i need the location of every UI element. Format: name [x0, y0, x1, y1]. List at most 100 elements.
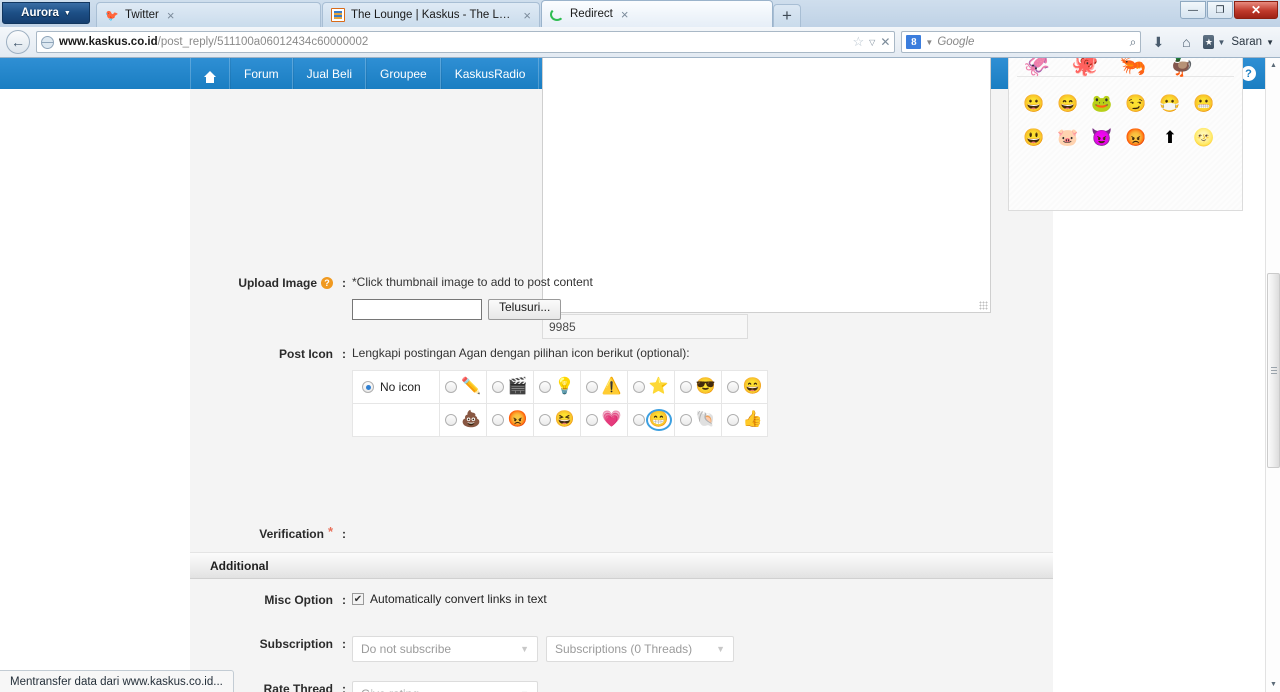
shell-icon[interactable]: 🐚 — [696, 412, 716, 428]
emoticon-item[interactable]: 😏 — [1125, 93, 1147, 115]
icon-cell[interactable]: 💩 — [439, 403, 487, 437]
home-icon[interactable]: ⌂ — [1175, 31, 1197, 53]
radio-warning-icon[interactable] — [585, 381, 598, 393]
radio-lightbulb-icon[interactable] — [538, 381, 551, 393]
emoticon-item[interactable]: 😃 — [1023, 127, 1045, 149]
address-bar[interactable]: www.kaskus.co.id/post_reply/511100a06012… — [36, 31, 896, 53]
no-icon-cell[interactable]: No icon — [352, 370, 440, 404]
convert-links-checkbox-row[interactable]: ✔ Automatically convert links in text — [352, 592, 547, 606]
icon-cell[interactable]: 😄 — [720, 370, 769, 404]
close-icon[interactable]: × — [521, 9, 533, 22]
radio-shell-icon[interactable] — [679, 414, 692, 426]
poop-icon[interactable]: 💩 — [461, 412, 481, 428]
icon-cell[interactable]: 💡 — [532, 370, 581, 404]
thumbs-up-icon[interactable]: 👍 — [743, 412, 763, 428]
icon-cell[interactable]: 😡 — [485, 403, 534, 437]
icon-cell[interactable]: 😆 — [532, 403, 581, 437]
icon-cell[interactable]: 💗 — [579, 403, 628, 437]
browser-tab-kaskus-lounge[interactable]: The Lounge | Kaskus - The Largest In... … — [322, 2, 540, 27]
emoticon-shrimp[interactable]: 🦐 — [1119, 58, 1146, 76]
icon-cell[interactable]: ✏️ — [439, 370, 487, 404]
icon-cell[interactable]: 🎬 — [485, 370, 534, 404]
nav-item-jual-beli[interactable]: Jual Beli — [292, 58, 367, 89]
emoticon-item[interactable]: 😀 — [1023, 93, 1045, 115]
emoticon-item[interactable]: 😷 — [1159, 93, 1181, 115]
sidebar-item-home[interactable] — [190, 58, 230, 89]
rate-thread-select[interactable]: Give rating ▼ — [352, 681, 538, 692]
search-bar[interactable]: 8 ▼ Google ⌕ — [901, 31, 1142, 53]
emoticon-item[interactable]: 😄 — [1057, 93, 1079, 115]
laughing-face-icon[interactable]: 😆 — [555, 412, 575, 428]
emoticon-item[interactable]: 😡 — [1125, 127, 1147, 149]
scrollbar-thumb[interactable] — [1267, 273, 1280, 468]
emoticon-item[interactable]: 🐷 — [1057, 127, 1079, 149]
help-icon[interactable]: ? — [321, 277, 333, 289]
radio-thumbs-up-icon[interactable] — [726, 414, 739, 426]
emoticon-squid[interactable]: 🦑 — [1023, 58, 1050, 76]
emoticon-item[interactable]: ⬆ — [1159, 127, 1181, 149]
warning-icon[interactable]: ⚠️ — [602, 379, 622, 395]
icon-cell[interactable]: ⚠️ — [579, 370, 628, 404]
radio-pencil-icon[interactable] — [445, 381, 457, 393]
emoticon-item[interactable]: 🐸 — [1091, 93, 1113, 115]
radio-star-icon[interactable] — [632, 381, 645, 393]
blue-grin-face-icon[interactable]: 😁 — [645, 409, 672, 431]
emoticon-item[interactable]: 😬 — [1193, 93, 1215, 115]
downloads-icon[interactable]: ⬇ — [1147, 31, 1169, 53]
chevron-down-icon[interactable]: ▽ — [869, 38, 875, 47]
no-icon-option[interactable]: No icon — [362, 380, 434, 394]
radio-smile-face-icon[interactable] — [726, 381, 739, 393]
radio-poop-icon[interactable] — [445, 414, 457, 426]
nav-item-groupee[interactable]: Groupee — [366, 58, 441, 89]
icon-cell[interactable]: 👍 — [720, 403, 769, 437]
scroll-down-arrow[interactable]: ▼ — [1266, 677, 1280, 692]
chevron-down-icon[interactable]: ▼ — [925, 38, 933, 47]
radio-cool-face-icon[interactable] — [679, 381, 692, 393]
smile-face-icon[interactable]: 😄 — [743, 379, 763, 395]
icon-cell[interactable]: 🐚 — [673, 403, 722, 437]
saran-menu-button[interactable]: Saran ▼ — [1231, 36, 1274, 48]
radio-no-icon[interactable] — [362, 381, 374, 393]
convert-links-checkbox[interactable]: ✔ — [352, 593, 364, 605]
browser-tab-redirect[interactable]: Redirect × — [541, 0, 773, 27]
search-input[interactable]: Google — [937, 36, 974, 48]
bookmark-star-icon[interactable]: ☆ — [853, 34, 865, 50]
subscription-select[interactable]: Do not subscribe ▼ — [352, 636, 538, 662]
radio-heart-icon[interactable] — [585, 414, 598, 426]
radio-laughing-face-icon[interactable] — [538, 414, 551, 426]
chevron-down-icon[interactable]: ▼ — [1217, 38, 1225, 47]
back-button[interactable]: ← — [6, 30, 30, 54]
radio-clapperboard-icon[interactable] — [491, 381, 504, 393]
heart-icon[interactable]: 💗 — [602, 412, 622, 428]
emoticon-item[interactable]: 😈 — [1091, 127, 1113, 149]
close-icon[interactable]: × — [619, 8, 631, 21]
close-window-button[interactable]: ✕ — [1234, 1, 1278, 19]
minimize-button[interactable]: — — [1180, 1, 1206, 19]
nav-item-forum[interactable]: Forum — [230, 58, 293, 89]
radio-blue-grin-face-icon[interactable] — [632, 414, 645, 426]
emoticon-octopus[interactable]: 🐙 — [1071, 58, 1098, 76]
new-tab-button[interactable]: + — [773, 4, 801, 27]
icon-cell[interactable]: 😎 — [673, 370, 722, 404]
lightbulb-icon[interactable]: 💡 — [555, 379, 575, 395]
emoticon-item[interactable]: 🌝 — [1193, 127, 1215, 149]
page-scrollbar[interactable]: ▲ ▼ — [1265, 58, 1280, 692]
nav-item-kaskusradio[interactable]: KaskusRadio — [440, 58, 540, 89]
clapperboard-icon[interactable]: 🎬 — [508, 379, 528, 395]
radio-angry-red-face-icon[interactable] — [491, 414, 504, 426]
browse-button[interactable]: Telusuri... — [488, 299, 562, 320]
cool-face-icon[interactable]: 😎 — [696, 379, 716, 395]
stop-icon[interactable]: ✕ — [880, 35, 890, 49]
browser-tab-twitter[interactable]: Twitter × — [96, 2, 321, 27]
angry-red-face-icon[interactable]: 😡 — [508, 412, 528, 428]
scroll-up-arrow[interactable]: ▲ — [1266, 58, 1280, 73]
icon-cell[interactable]: 😁 — [626, 403, 675, 437]
scrollbar-track[interactable] — [1266, 73, 1280, 677]
icon-cell[interactable]: ⭐ — [626, 370, 675, 404]
close-icon[interactable]: × — [165, 9, 177, 22]
bookmarks-icon[interactable]: ★ ▼ — [1203, 31, 1225, 53]
search-icon[interactable]: ⌕ — [1130, 35, 1137, 50]
subscriptions-threads-select[interactable]: Subscriptions (0 Threads) ▼ — [546, 636, 734, 662]
emoticon-duck[interactable]: 🦆 — [1167, 58, 1194, 76]
pencil-icon[interactable]: ✏️ — [461, 379, 481, 395]
